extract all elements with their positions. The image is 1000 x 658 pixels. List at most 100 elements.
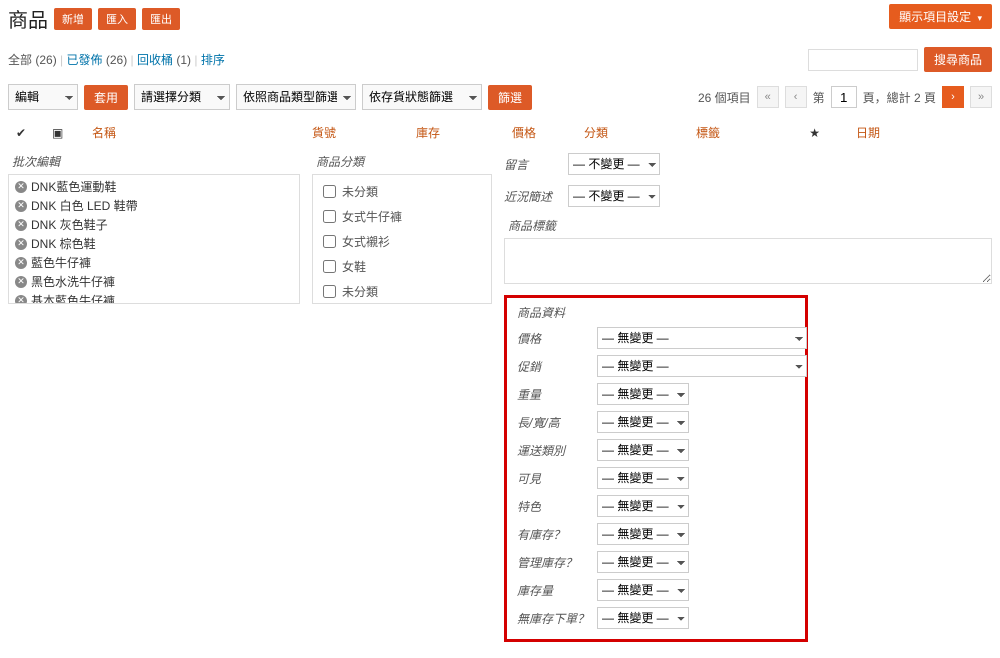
list-item[interactable]: ✕ 藍色牛仔褲: [9, 253, 299, 272]
pagination-total: 26 個項目: [698, 89, 751, 106]
filter-sort-link[interactable]: 排序: [201, 53, 225, 67]
shipping-label: 運送類別: [517, 442, 589, 459]
featured-label: 特色: [517, 498, 589, 515]
remove-icon[interactable]: ✕: [15, 238, 27, 250]
remove-icon[interactable]: ✕: [15, 276, 27, 288]
list-item[interactable]: ✕基本藍色牛仔褲: [9, 291, 299, 304]
dimensions-select[interactable]: — 無變更 —: [597, 411, 689, 433]
category-checkbox[interactable]: [323, 185, 336, 198]
comments-select[interactable]: — 不變更 —: [568, 153, 660, 175]
product-tags-textarea[interactable]: [504, 238, 992, 284]
category-filter-select[interactable]: 請選擇分類: [134, 84, 230, 110]
pagination-page-input[interactable]: [831, 86, 857, 108]
product-data-title: 商品資料: [517, 304, 795, 327]
stock-filter-select[interactable]: 依存貨狀態篩選: [362, 84, 482, 110]
sale-label: 促銷: [517, 358, 589, 375]
category-option[interactable]: 女式襯衫: [313, 229, 491, 254]
col-stock[interactable]: 庫存: [416, 126, 440, 140]
pagination-first[interactable]: «: [757, 86, 779, 108]
price-label: 價格: [517, 330, 589, 347]
import-button[interactable]: 匯入: [98, 8, 136, 30]
category-option[interactable]: 未分類: [313, 279, 491, 304]
remove-icon[interactable]: ✕: [15, 257, 27, 269]
weight-select[interactable]: — 無變更 —: [597, 383, 689, 405]
list-item-label: DNK藍色運動鞋: [31, 178, 116, 195]
in-stock-select[interactable]: — 無變更 —: [597, 523, 689, 545]
col-name[interactable]: 名稱: [92, 126, 116, 140]
filter-trash-count: (1): [176, 53, 191, 67]
category-option[interactable]: 女式牛仔褲: [313, 204, 491, 229]
list-item[interactable]: ✕ DNK 棕色鞋: [9, 234, 299, 253]
category-checkbox[interactable]: [323, 235, 336, 248]
weight-label: 重量: [517, 386, 589, 403]
list-item[interactable]: ✕ DNK 白色 LED 鞋帶: [9, 196, 299, 215]
pagination-page-label: 第: [813, 89, 825, 106]
col-tag[interactable]: 標籤: [696, 126, 720, 140]
shipping-select[interactable]: — 無變更 —: [597, 439, 689, 461]
filter-published-count: (26): [106, 53, 127, 67]
sale-select[interactable]: — 無變更 —: [597, 355, 807, 377]
pagination-total-pages: 頁，總計 2 頁: [863, 89, 936, 106]
visible-select[interactable]: — 無變更 —: [597, 467, 689, 489]
comments-label: 留言: [504, 156, 560, 173]
list-item-label: 藍色牛仔褲: [31, 254, 91, 271]
bulk-edit-listbox[interactable]: ✕ DNK藍色運動鞋 ✕ DNK 白色 LED 鞋帶 ✕ DNK 灰色鞋子 ✕ DNK 棕色鞋…: [8, 174, 300, 304]
category-checkbox[interactable]: [323, 210, 336, 223]
image-column-icon: ▣: [44, 126, 84, 140]
export-button[interactable]: 匯出: [142, 8, 180, 30]
manage-stock-select[interactable]: — 無變更 —: [597, 551, 689, 573]
list-item-label: DNK 棕色鞋: [31, 235, 96, 252]
category-label: 未分類: [342, 183, 378, 200]
col-featured-icon[interactable]: ★: [796, 126, 828, 140]
category-label: 未分類: [342, 283, 378, 300]
bulk-action-select[interactable]: 編輯: [8, 84, 78, 110]
col-sku[interactable]: 貨號: [312, 126, 336, 140]
list-item[interactable]: ✕黑色水洗牛仔褲: [9, 272, 299, 291]
filter-button[interactable]: 篩選: [488, 85, 532, 110]
remove-icon[interactable]: ✕: [15, 200, 27, 212]
category-label: 女式襯衫: [342, 233, 390, 250]
col-category[interactable]: 分類: [584, 126, 608, 140]
featured-select[interactable]: — 無變更 —: [597, 495, 689, 517]
chevron-down-icon: [974, 10, 982, 24]
search-input[interactable]: [808, 49, 918, 71]
display-settings-button[interactable]: 顯示項目設定: [889, 4, 992, 29]
list-item[interactable]: ✕ DNK 灰色鞋子: [9, 215, 299, 234]
filter-trash-link[interactable]: 回收桶: [137, 53, 173, 67]
category-checkbox[interactable]: [323, 285, 336, 298]
backorders-label: 無庫存下單？: [517, 610, 589, 627]
page-title: 商品: [8, 4, 48, 33]
pagination-next[interactable]: ›: [942, 86, 964, 108]
type-filter-select[interactable]: 依照商品類型篩選: [236, 84, 356, 110]
list-item[interactable]: ✕ DNK藍色運動鞋: [9, 177, 299, 196]
dimensions-label: 長/寬/高: [517, 414, 589, 431]
filter-published-link[interactable]: 已發佈: [67, 53, 103, 67]
list-item-label: DNK 灰色鞋子: [31, 216, 108, 233]
category-checkbox[interactable]: [323, 260, 336, 273]
search-button[interactable]: 搜尋商品: [924, 47, 992, 72]
category-option[interactable]: 女鞋: [313, 254, 491, 279]
remove-icon[interactable]: ✕: [15, 295, 27, 305]
backorders-select[interactable]: — 無變更 —: [597, 607, 689, 629]
categories-listbox[interactable]: 未分類女式牛仔褲女式襯衫女鞋未分類: [312, 174, 492, 304]
bulk-edit-title: 批次編輯: [8, 153, 300, 174]
remove-icon[interactable]: ✕: [15, 181, 27, 193]
visible-label: 可見: [517, 470, 589, 487]
category-label: 女鞋: [342, 258, 366, 275]
col-price[interactable]: 價格: [512, 126, 536, 140]
display-settings-label: 顯示項目設定: [899, 10, 971, 24]
add-new-button[interactable]: 新增: [54, 8, 92, 30]
pagination-last[interactable]: »: [970, 86, 992, 108]
price-select[interactable]: — 無變更 —: [597, 327, 807, 349]
category-option[interactable]: 未分類: [313, 179, 491, 204]
category-label: 女式牛仔褲: [342, 208, 402, 225]
list-item-label: DNK 白色 LED 鞋帶: [31, 197, 138, 214]
remove-icon[interactable]: ✕: [15, 219, 27, 231]
select-all-checkbox[interactable]: ✔: [8, 126, 44, 140]
filter-all-label: 全部: [8, 53, 32, 67]
pagination-prev[interactable]: ‹: [785, 86, 807, 108]
status-select[interactable]: — 不變更 —: [568, 185, 660, 207]
apply-button[interactable]: 套用: [84, 85, 128, 110]
stock-qty-select[interactable]: — 無變更 —: [597, 579, 689, 601]
col-date[interactable]: 日期: [856, 126, 880, 140]
